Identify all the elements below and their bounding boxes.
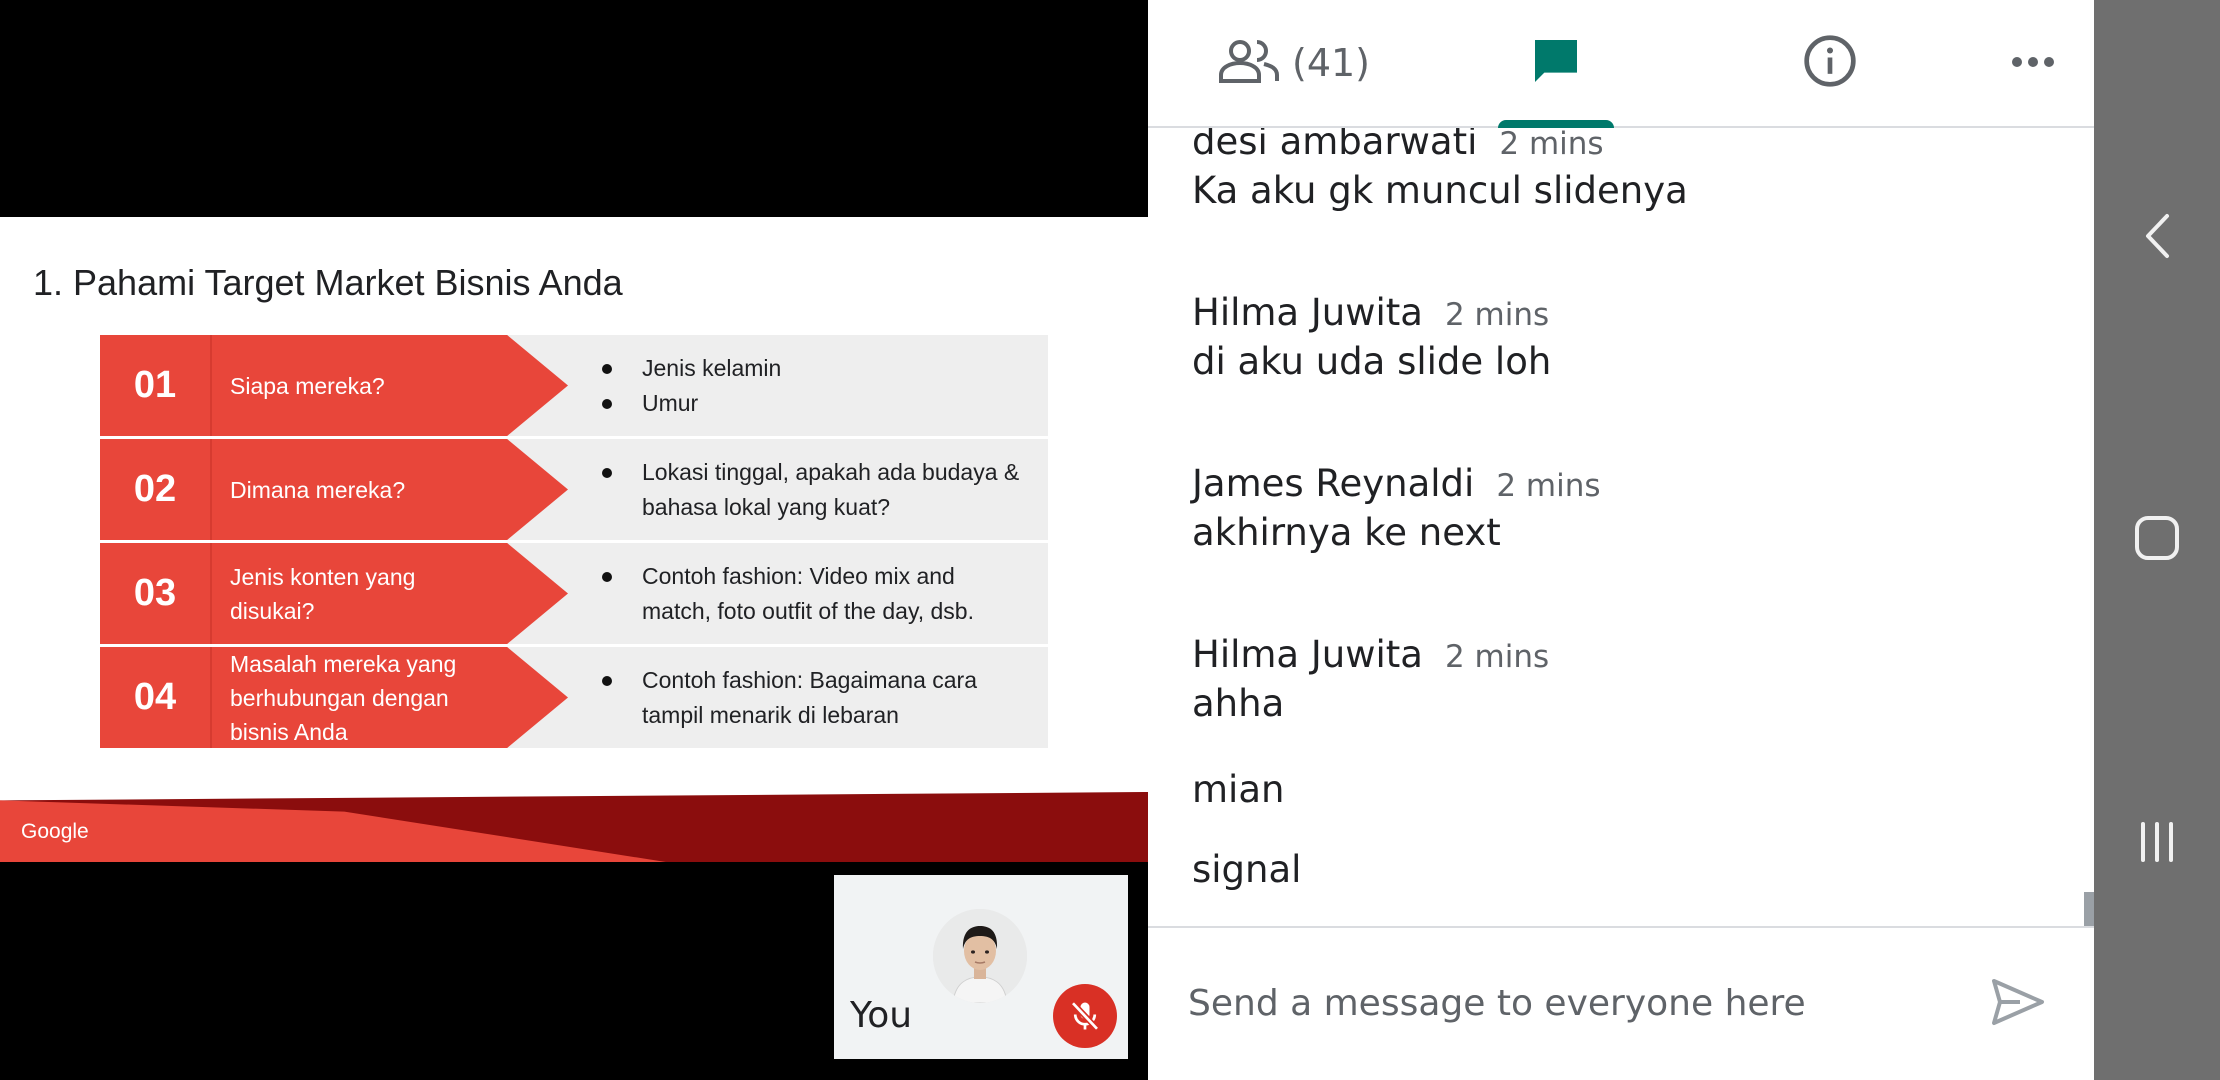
row-bullets: Contoh fashion: Video mix and match, fot… [600, 543, 1020, 644]
message-text: ahha [1192, 682, 1285, 725]
message-sender: James Reynaldi [1192, 462, 1475, 505]
participant-count: (41) [1292, 41, 1371, 85]
row-bullets: Lokasi tinggal, apakah ada budaya & baha… [600, 439, 1020, 540]
message-text: akhirnya ke next [1192, 511, 1501, 554]
chat-message: Hilma Juwita 2 mins di aku uda slide loh [1192, 291, 1551, 383]
presentation-stage: 1. Pahami Target Market Bisnis Anda 01 S… [0, 0, 1148, 1080]
back-button[interactable] [2127, 208, 2187, 268]
message-time: 2 mins [1444, 639, 1550, 675]
row-number: 01 [133, 364, 177, 406]
self-label: You [850, 995, 913, 1036]
bullet-item: Jenis kelamin [600, 351, 781, 386]
slide-footer-band: Google [0, 792, 1148, 862]
home-icon [2134, 515, 2180, 565]
message-time: 2 mins [1496, 468, 1601, 504]
message-text: di aku uda slide loh [1192, 340, 1552, 383]
message-text: mian [1192, 768, 1285, 811]
row-number: 02 [133, 468, 177, 510]
message-text: Ka aku gk muncul slidenya [1192, 169, 1688, 212]
send-icon [1990, 977, 2046, 1031]
system-navigation-bar [2094, 0, 2220, 1080]
active-tab-indicator [1498, 120, 1614, 128]
self-video-tile[interactable]: You [834, 875, 1128, 1059]
row-bullets: Contoh fashion: Bagaimana cara tampil me… [600, 647, 1020, 748]
chat-message: James Reynaldi 2 mins akhirnya ke next [1192, 462, 1601, 554]
more-icon [2010, 54, 2056, 73]
slide-brand-logo: Google [21, 820, 89, 843]
message-time: 2 mins [1444, 297, 1550, 333]
chat-scrollbar[interactable] [2084, 892, 2094, 926]
chat-icon [1528, 33, 1584, 93]
recents-icon [2137, 820, 2177, 868]
tab-chat[interactable] [1498, 0, 1614, 128]
row-bullets: Jenis kelamin Umur [600, 335, 781, 436]
row-number: 03 [133, 572, 177, 614]
chat-message-list[interactable]: desi ambarwati 2 mins Ka aku gk muncul s… [1148, 128, 2094, 926]
presented-slide: 1. Pahami Target Market Bisnis Anda 01 S… [0, 217, 1148, 862]
self-avatar [933, 909, 1027, 1003]
slide-table: 01 Siapa mereka? Jenis kelamin Umur 02 D… [100, 335, 1048, 751]
message-composer [1148, 926, 2094, 1080]
message-time: 2 mins [1499, 128, 1604, 162]
message-text: signal [1192, 848, 1302, 891]
row-question: Dimana mereka? [230, 476, 406, 503]
message-sender: desi ambarwati [1192, 128, 1478, 163]
recents-button[interactable] [2127, 814, 2187, 874]
home-button[interactable] [2127, 510, 2187, 570]
bullet-item: Umur [600, 386, 781, 421]
bullet-item: Contoh fashion: Video mix and match, fot… [600, 559, 1020, 629]
message-sender: Hilma Juwita [1192, 633, 1423, 676]
slide-row: 04 Masalah mereka yang berhubungan denga… [100, 647, 1048, 748]
row-number: 04 [133, 676, 177, 718]
tab-info[interactable] [1802, 0, 1858, 126]
back-icon [2140, 211, 2174, 265]
tab-people[interactable]: (41) [1218, 0, 1370, 126]
row-question: Siapa mereka? [230, 372, 385, 399]
row-question: Jenis konten yang disukai? [230, 563, 416, 624]
chat-panel: (41) desi ambarwati 2 mins Ka aku gk mun… [1148, 0, 2094, 1080]
message-sender: Hilma Juwita [1192, 291, 1423, 334]
panel-tabs: (41) [1148, 0, 2094, 128]
bullet-item: Lokasi tinggal, apakah ada budaya & baha… [600, 455, 1020, 525]
more-options-button[interactable] [2010, 0, 2056, 126]
slide-row: 01 Siapa mereka? Jenis kelamin Umur [100, 335, 1048, 436]
people-icon [1218, 37, 1280, 89]
info-icon [1802, 33, 1858, 93]
slide-row: 02 Dimana mereka? Lokasi tinggal, apakah… [100, 439, 1048, 540]
message-input[interactable] [1188, 968, 1968, 1038]
slide-title: 1. Pahami Target Market Bisnis Anda [33, 262, 623, 303]
chat-message: desi ambarwati 2 mins Ka aku gk muncul s… [1192, 128, 1688, 212]
mic-off-icon[interactable] [1053, 984, 1117, 1048]
send-button[interactable] [1988, 974, 2048, 1034]
row-question: Masalah mereka yang berhubungan dengan b… [230, 650, 457, 745]
slide-row: 03 Jenis konten yang disukai? Contoh fas… [100, 543, 1048, 644]
bullet-item: Contoh fashion: Bagaimana cara tampil me… [600, 663, 1020, 733]
chat-message: Hilma Juwita 2 mins ahha [1192, 633, 1549, 725]
